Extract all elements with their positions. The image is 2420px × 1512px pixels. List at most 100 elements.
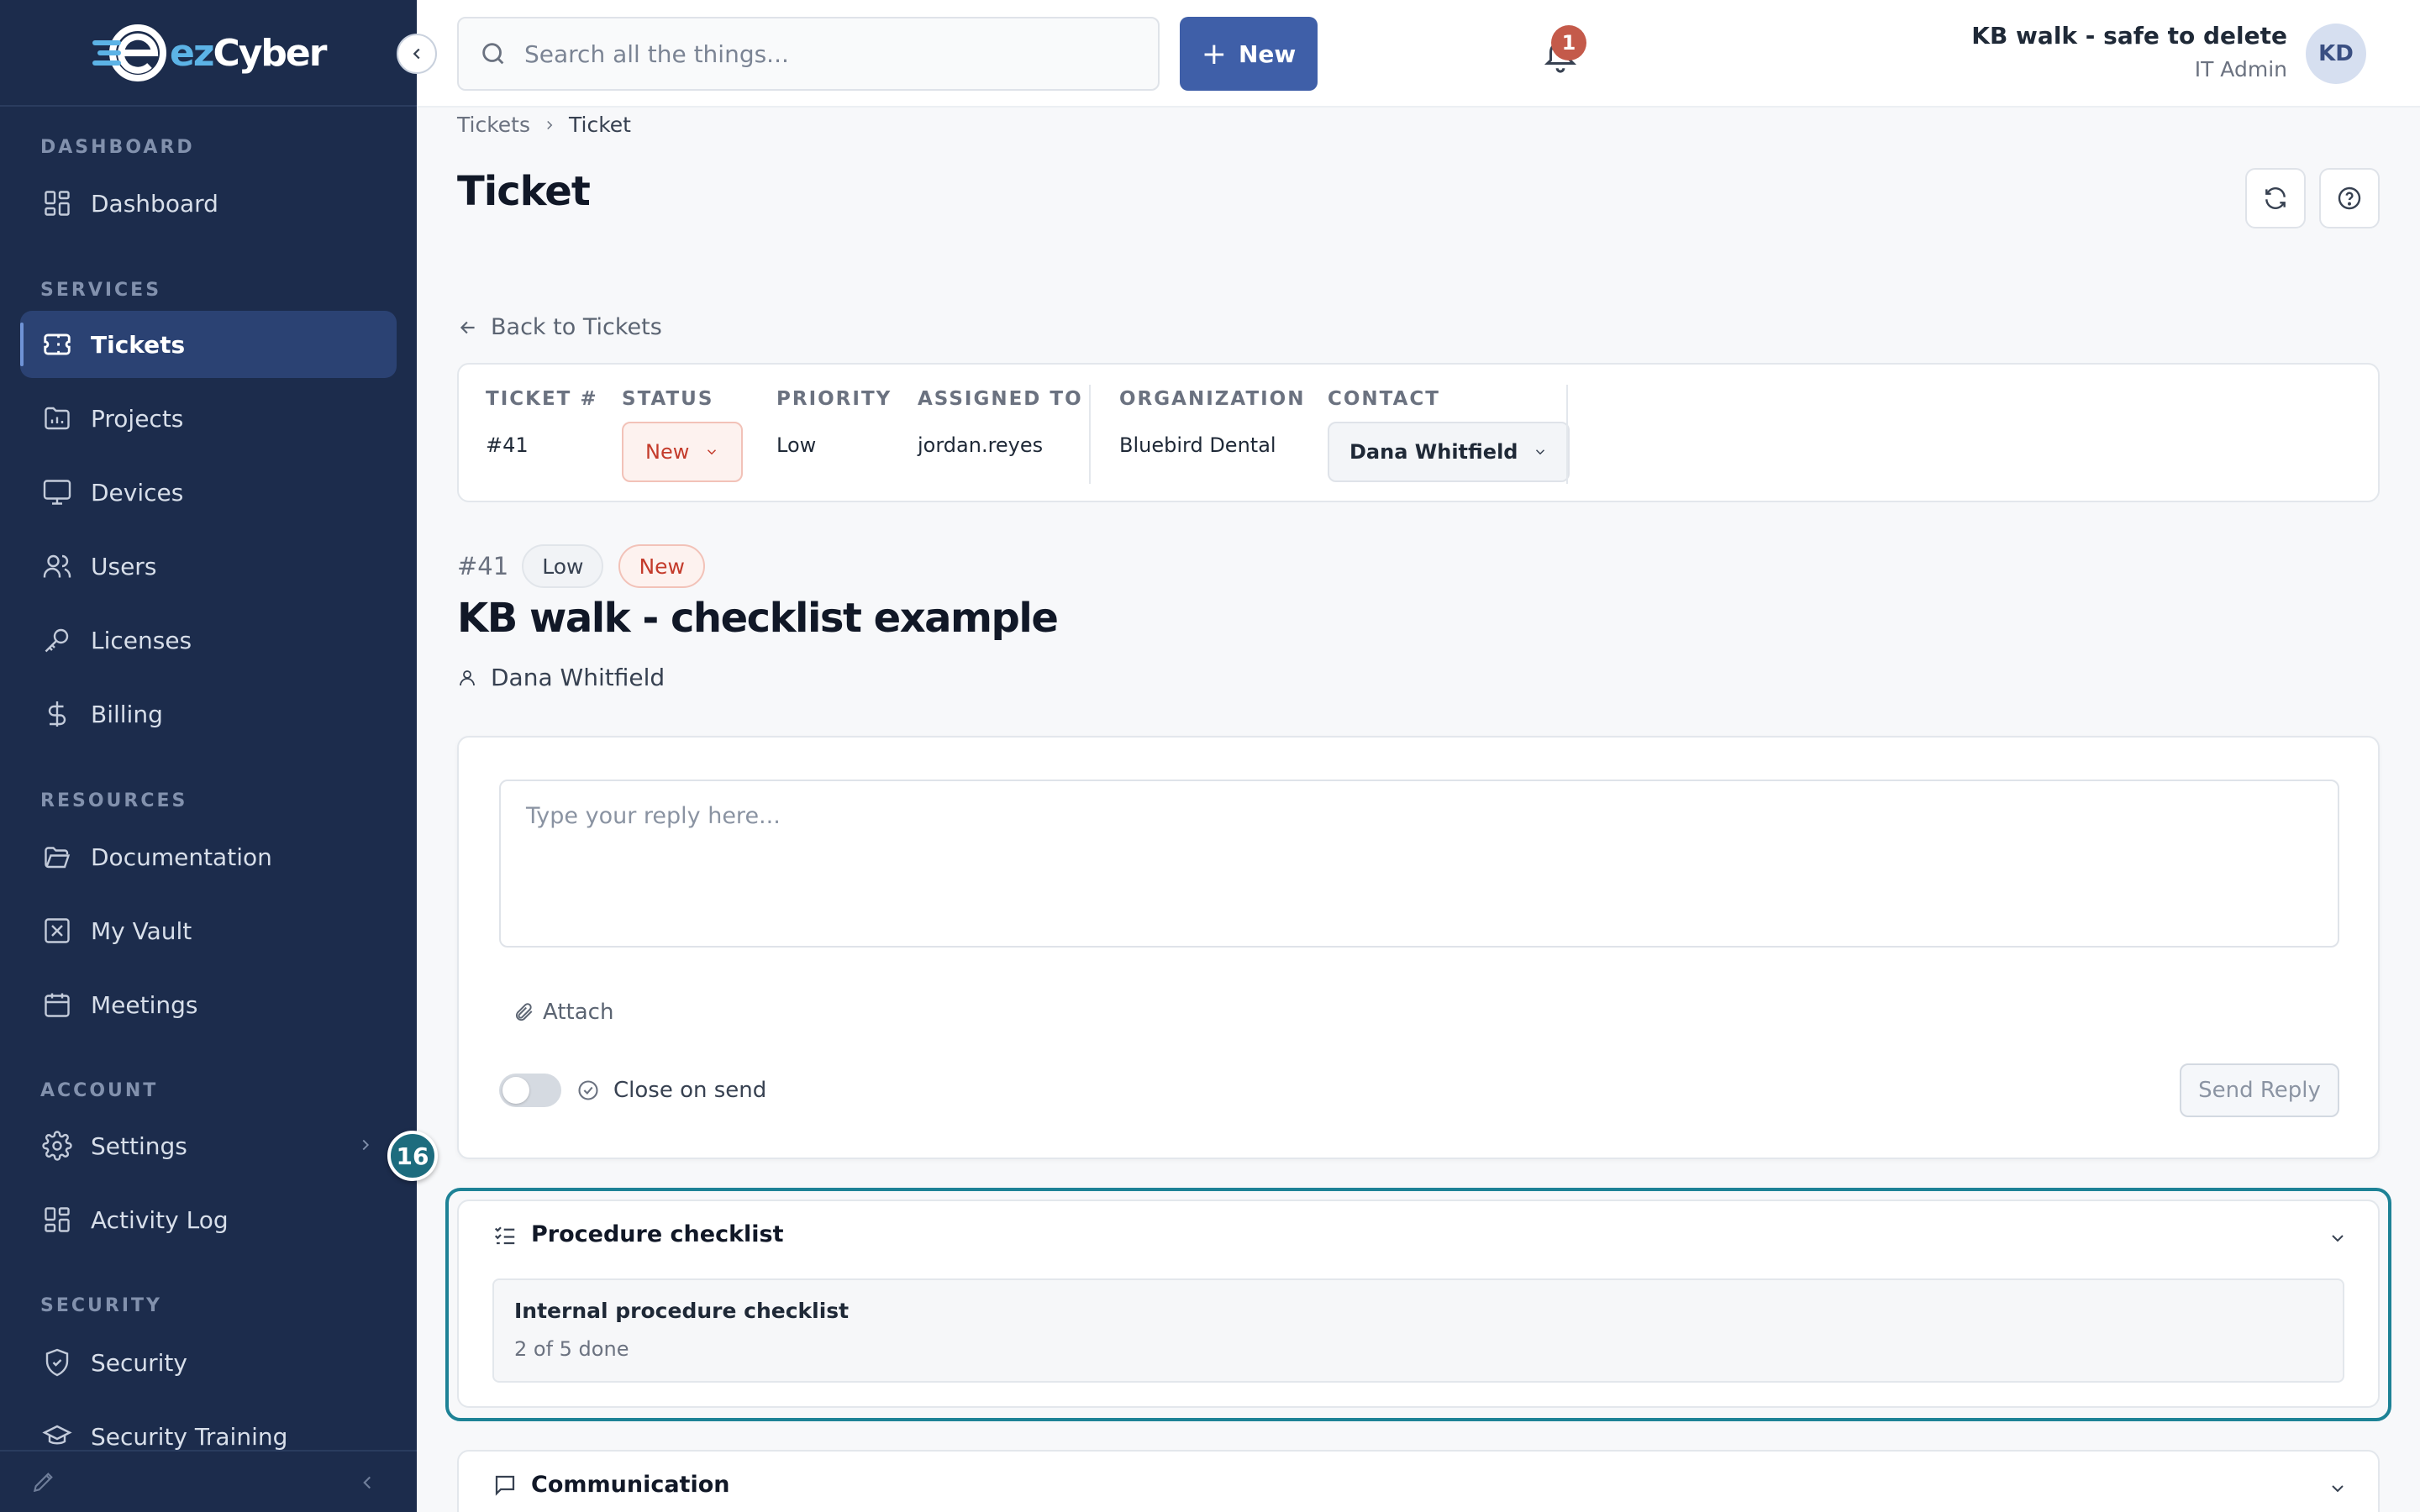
ticket-title: KB walk - checklist example xyxy=(457,595,1059,642)
sidebar-item-vault[interactable]: My Vault xyxy=(20,897,397,964)
plus-icon: + xyxy=(1201,36,1227,71)
chevron-down-icon xyxy=(1536,449,1545,455)
procedure-checklist-header[interactable]: Procedure checklist xyxy=(492,1221,784,1247)
reply-textarea[interactable] xyxy=(499,780,2339,948)
breadcrumb: Tickets Ticket xyxy=(457,113,631,137)
ezcyber-logo[interactable]: ezCyber xyxy=(91,22,327,84)
procedure-checklist-panel: Procedure checklist Internal procedure c… xyxy=(457,1200,2380,1408)
vault-icon xyxy=(40,914,74,948)
sidebar-item-label: Tickets xyxy=(91,330,186,359)
folder-chart-icon xyxy=(40,402,74,435)
divider xyxy=(1566,385,1568,484)
sidebar-item-meetings[interactable]: Meetings xyxy=(20,971,397,1038)
pencil-icon[interactable] xyxy=(30,1468,57,1495)
ticket-contact: Dana Whitfield xyxy=(457,664,665,691)
meta-label: PRIORITY xyxy=(776,388,892,410)
meta-contact: CONTACT Dana Whitfield xyxy=(1328,388,1570,482)
sidebar-footer xyxy=(0,1450,417,1512)
meta-label: TICKET # xyxy=(486,388,598,410)
user-role: IT Admin xyxy=(2194,57,2287,81)
meta-label: CONTACT xyxy=(1328,388,1440,410)
sidebar-item-security[interactable]: Security xyxy=(20,1329,397,1396)
back-link-label: Back to Tickets xyxy=(491,314,662,340)
sidebar-item-tickets[interactable]: Tickets xyxy=(20,311,397,378)
avatar[interactable]: KD xyxy=(2306,24,2366,84)
sidebar-item-devices[interactable]: Devices xyxy=(20,459,397,526)
sidebar-item-label: Settings xyxy=(91,1131,187,1160)
users-icon xyxy=(40,549,74,583)
back-to-tickets-link[interactable]: Back to Tickets xyxy=(457,314,662,340)
meta-status: STATUS New xyxy=(622,388,744,482)
help-icon xyxy=(2338,186,2361,210)
message-icon xyxy=(495,1475,515,1496)
arrow-left-icon xyxy=(460,321,475,333)
monitor-icon xyxy=(40,475,74,509)
section-label-account: ACCOUNT xyxy=(40,1080,159,1101)
chevron-right-icon xyxy=(356,1136,375,1154)
help-button[interactable] xyxy=(2319,168,2380,228)
status-badge: New xyxy=(618,544,705,588)
meta-label: ASSIGNED TO xyxy=(918,388,1083,410)
user-name[interactable]: KB walk - safe to delete xyxy=(1971,22,2287,50)
sidebar-item-projects[interactable]: Projects xyxy=(20,385,397,452)
sidebar-item-settings[interactable]: Settings xyxy=(20,1112,397,1179)
logo-area: ezCyber xyxy=(0,0,417,107)
close-on-send-label: Close on send xyxy=(576,1074,766,1107)
top-bar: + New 1 KB walk - safe to delete IT Admi… xyxy=(417,0,2420,108)
sidebar-collapse-button[interactable] xyxy=(397,34,437,74)
send-reply-button[interactable]: Send Reply xyxy=(2180,1063,2339,1117)
meta-label: ORGANIZATION xyxy=(1119,388,1306,410)
ticket-tags: #41 Low New xyxy=(457,544,720,588)
checklist-item-progress: 2 of 5 done xyxy=(514,1337,629,1361)
section-label-services: SERVICES xyxy=(40,280,162,301)
checklist-item-title: Internal procedure checklist xyxy=(514,1299,850,1323)
notification-count-badge: 1 xyxy=(1551,25,1586,60)
meta-assigned-to: ASSIGNED TO jordan.reyes xyxy=(918,388,1083,457)
sidebar-item-label: Security Training xyxy=(91,1422,288,1451)
checklist-item[interactable]: Internal procedure checklist 2 of 5 done xyxy=(492,1278,2344,1383)
new-button[interactable]: + New xyxy=(1180,17,1318,91)
sidebar-item-label: Licenses xyxy=(91,626,192,654)
sidebar-item-users[interactable]: Users xyxy=(20,533,397,600)
grid-icon xyxy=(40,186,74,220)
search-icon xyxy=(479,39,508,68)
chevron-down-icon[interactable] xyxy=(2328,1228,2348,1248)
refresh-button[interactable] xyxy=(2245,168,2306,228)
paperclip-icon xyxy=(515,1003,533,1021)
chevron-down-icon xyxy=(708,449,717,455)
sidebar-item-label: Activity Log xyxy=(91,1205,229,1234)
contact-dropdown[interactable]: Dana Whitfield xyxy=(1328,422,1570,482)
sidebar-item-billing[interactable]: Billing xyxy=(20,680,397,748)
sidebar-item-documentation[interactable]: Documentation xyxy=(20,823,397,890)
collapse-chevron-icon[interactable] xyxy=(356,1472,378,1494)
sidebar-item-licenses[interactable]: Licenses xyxy=(20,606,397,674)
sidebar-item-label: Projects xyxy=(91,404,184,433)
meta-value: Low xyxy=(776,433,817,457)
meta-value: #41 xyxy=(486,433,529,457)
toggle-knob xyxy=(502,1077,529,1104)
ticket-icon xyxy=(40,328,74,361)
breadcrumb-tickets-link[interactable]: Tickets xyxy=(457,113,530,137)
meta-priority: PRIORITY Low xyxy=(776,388,892,457)
attach-label: Attach xyxy=(543,1000,614,1025)
status-dropdown[interactable]: New xyxy=(622,422,744,482)
section-label-security: SECURITY xyxy=(40,1295,162,1316)
sidebar-item-label: Users xyxy=(91,552,157,580)
checklist-icon xyxy=(494,1226,515,1244)
search-input[interactable] xyxy=(524,39,1113,68)
meta-label: STATUS xyxy=(622,388,714,410)
calendar-icon xyxy=(40,988,74,1021)
chevron-down-icon[interactable] xyxy=(2328,1478,2348,1499)
sidebar-item-dashboard[interactable]: Dashboard xyxy=(20,170,397,237)
priority-badge: Low xyxy=(522,544,604,588)
attach-button[interactable]: Attach xyxy=(513,1000,613,1025)
divider xyxy=(1089,385,1091,484)
reply-card: Attach Close on send Send Reply xyxy=(457,736,2380,1159)
sidebar-item-activity-log[interactable]: Activity Log xyxy=(20,1186,397,1253)
communication-header[interactable]: Communication xyxy=(492,1472,730,1498)
graduation-cap-icon xyxy=(40,1420,74,1453)
logo-text: ezCyber xyxy=(170,31,327,75)
search-box[interactable] xyxy=(457,17,1160,91)
close-on-send-toggle[interactable] xyxy=(499,1074,561,1107)
sidebar-item-label: Documentation xyxy=(91,843,272,871)
